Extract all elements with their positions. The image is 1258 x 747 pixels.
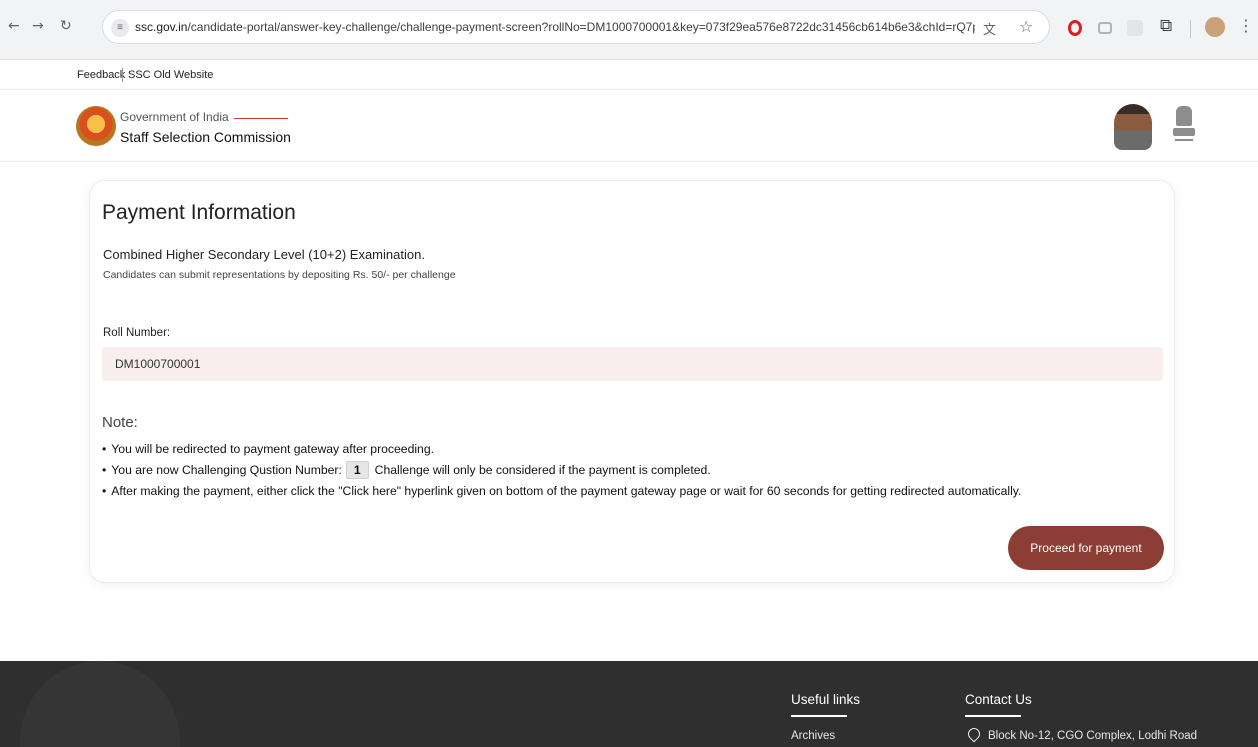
- candidate-photo[interactable]: [1114, 104, 1152, 150]
- site-footer: Useful links Archives Contact Us Block N…: [0, 661, 1258, 747]
- useful-links-underline: [791, 715, 847, 717]
- archives-link[interactable]: Archives: [791, 730, 835, 742]
- proceed-for-payment-button[interactable]: Proceed for payment: [1008, 526, 1164, 570]
- browser-menu-icon[interactable]: ⋮: [1238, 16, 1254, 35]
- national-emblem-icon: [1170, 104, 1198, 150]
- extensions-puzzle-icon[interactable]: ⧉: [1160, 16, 1176, 36]
- back-arrow-icon[interactable]: ←: [8, 18, 20, 34]
- ssc-old-website-link[interactable]: SSC Old Website: [128, 69, 213, 81]
- reload-icon[interactable]: ↻: [60, 18, 72, 34]
- fee-info: Candidates can submit representations by…: [103, 269, 456, 281]
- question-number-badge: 1: [345, 461, 369, 479]
- browser-toolbar: ← → ↻ ≡ ssc.gov.in/candidate-portal/answ…: [0, 0, 1258, 60]
- header-accent-line: [234, 118, 288, 119]
- exam-name: Combined Higher Secondary Level (10+2) E…: [103, 247, 425, 262]
- address-text: Block No-12, CGO Complex, Lodhi Road: [988, 730, 1198, 742]
- url-text[interactable]: ssc.gov.in/candidate-portal/answer-key-c…: [135, 20, 975, 34]
- organization-name: Staff Selection Commission: [120, 129, 291, 145]
- profile-avatar-icon[interactable]: [1205, 17, 1225, 37]
- contact-us-heading: Contact Us: [965, 692, 1032, 707]
- payment-card: Payment Information Combined Higher Seco…: [89, 180, 1175, 583]
- feedback-link[interactable]: Feedback: [77, 69, 125, 81]
- note-item: You are now Challenging Qustion Number:1…: [102, 460, 1172, 481]
- bookmark-star-icon[interactable]: ☆: [1019, 17, 1033, 36]
- camera-extension-icon[interactable]: [1098, 22, 1112, 34]
- extension-icon[interactable]: [1127, 20, 1143, 36]
- forward-arrow-icon[interactable]: →: [32, 18, 44, 34]
- roll-number-field[interactable]: [102, 347, 1163, 381]
- address-bar[interactable]: ≡ ssc.gov.in/candidate-portal/answer-key…: [102, 10, 1050, 44]
- contact-us-underline: [965, 715, 1021, 717]
- translate-icon[interactable]: 文: [983, 19, 996, 38]
- opera-extension-icon[interactable]: [1068, 20, 1082, 36]
- roll-number-label: Roll Number:: [103, 327, 171, 339]
- footer-watermark: [20, 661, 180, 747]
- note-item: After making the payment, either click t…: [102, 481, 1172, 502]
- ssc-logo[interactable]: [76, 106, 116, 146]
- page-title: Payment Information: [102, 201, 296, 224]
- site-header: Government of India Staff Selection Comm…: [0, 90, 1258, 162]
- utility-divider: [122, 68, 123, 82]
- toolbar-separator: [1190, 20, 1191, 38]
- location-pin-icon: [965, 725, 983, 743]
- government-label: Government of India: [120, 110, 229, 124]
- utility-bar: Feedback SSC Old Website: [0, 60, 1258, 90]
- useful-links-heading: Useful links: [791, 692, 861, 707]
- site-info-icon[interactable]: ≡: [111, 19, 129, 37]
- note-list: You will be redirected to payment gatewa…: [102, 439, 1172, 502]
- note-item: You will be redirected to payment gatewa…: [102, 439, 1172, 460]
- note-heading: Note:: [102, 414, 138, 431]
